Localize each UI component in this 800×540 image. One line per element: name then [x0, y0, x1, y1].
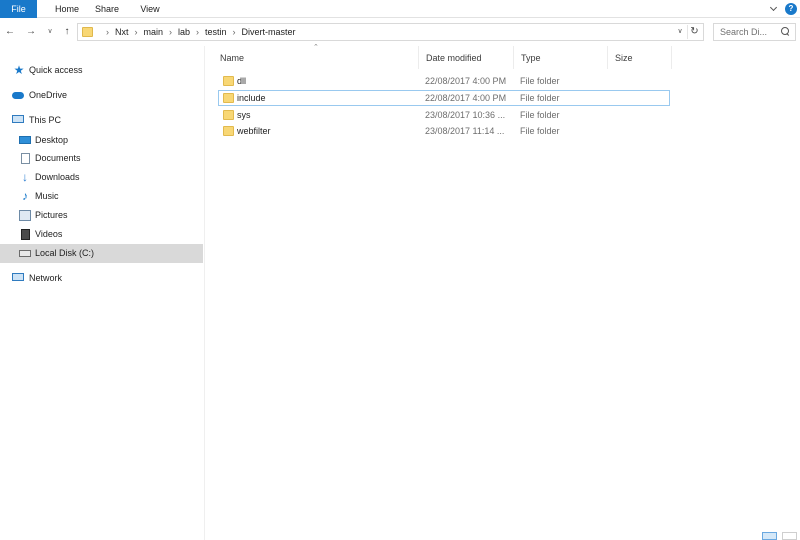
- view-toggle: [762, 532, 798, 540]
- address-dropdown-icon[interactable]: ∨: [675, 26, 685, 38]
- drive-icon: [19, 250, 31, 257]
- nav-item-local-disk[interactable]: Local Disk (C:): [0, 244, 203, 263]
- column-header-date[interactable]: Date modified: [419, 46, 514, 69]
- pictures-icon: [19, 210, 31, 221]
- breadcrumb-separator-icon[interactable]: ›: [169, 24, 172, 40]
- nav-item-downloads[interactable]: ↓ Downloads: [0, 168, 203, 187]
- file-name: sys: [237, 110, 251, 120]
- file-name: dll: [237, 76, 247, 86]
- address-bar[interactable]: › Nxt › main › lab › testin › Divert-mas…: [77, 23, 704, 41]
- tab-file[interactable]: File: [0, 0, 37, 18]
- star-icon: ★: [13, 63, 25, 77]
- nav-item-label: Pictures: [35, 210, 68, 220]
- recent-locations-chevron-icon[interactable]: ∨: [43, 24, 57, 40]
- downloads-icon: ↓: [22, 170, 28, 184]
- column-headers: Name Date modified Type Size: [213, 46, 673, 69]
- up-arrow-icon[interactable]: ↑: [60, 24, 74, 40]
- column-header-name[interactable]: Name: [213, 46, 419, 69]
- nav-item-label: Quick access: [29, 65, 83, 75]
- file-date: 22/08/2017 4:00 PM: [425, 93, 507, 103]
- nav-item-label: Downloads: [35, 172, 80, 182]
- folder-icon: [82, 27, 93, 37]
- details-view-icon[interactable]: [762, 532, 777, 540]
- file-type: File folder: [520, 93, 560, 103]
- help-icon[interactable]: ?: [785, 3, 797, 15]
- cloud-icon: [12, 92, 24, 99]
- column-header-size[interactable]: Size: [608, 46, 672, 69]
- nav-item-network[interactable]: Network: [0, 269, 203, 288]
- documents-icon: [21, 153, 30, 164]
- folder-icon: [223, 126, 234, 136]
- refresh-icon[interactable]: ↻: [687, 25, 701, 39]
- breadcrumb: › Nxt › main › lab › testin › Divert-mas…: [100, 24, 296, 40]
- folder-icon: [223, 76, 234, 86]
- videos-icon: [21, 229, 30, 240]
- breadcrumb-separator-icon[interactable]: ›: [196, 24, 199, 40]
- folder-icon: [223, 93, 234, 103]
- nav-item-label: Music: [35, 191, 59, 201]
- nav-item-label: Network: [29, 273, 63, 283]
- nav-item-videos[interactable]: Videos: [0, 225, 203, 244]
- breadcrumb-separator-icon[interactable]: ›: [106, 24, 109, 40]
- breadcrumb-separator-icon[interactable]: ›: [135, 24, 138, 40]
- network-icon: [12, 273, 24, 281]
- nav-item-quick-access[interactable]: ★ Quick access: [0, 61, 203, 80]
- tab-home[interactable]: Home: [47, 0, 87, 18]
- file-row[interactable]: webfilter 23/08/2017 11:14 ... File fold…: [218, 123, 670, 139]
- nav-item-label: Videos: [35, 229, 63, 239]
- nav-item-pictures[interactable]: Pictures: [0, 206, 203, 225]
- tab-view[interactable]: View: [134, 0, 166, 18]
- folder-icon: [223, 110, 234, 120]
- file-date: 23/08/2017 11:14 ...: [425, 126, 505, 136]
- file-type: File folder: [520, 110, 560, 120]
- breadcrumb-item[interactable]: Divert-master: [242, 24, 296, 40]
- breadcrumb-item[interactable]: main: [144, 24, 164, 40]
- search-box[interactable]: Search Di...: [713, 23, 796, 41]
- nav-item-label: OneDrive: [29, 90, 68, 100]
- forward-arrow-icon[interactable]: →: [24, 24, 38, 40]
- breadcrumb-item[interactable]: testin: [205, 24, 227, 40]
- music-icon: ♪: [22, 189, 28, 203]
- computer-icon: [12, 115, 24, 123]
- search-placeholder[interactable]: Search Di...: [720, 24, 775, 40]
- file-type: File folder: [520, 76, 560, 86]
- back-arrow-icon[interactable]: ←: [3, 24, 17, 40]
- nav-item-label: This PC: [29, 115, 62, 125]
- breadcrumb-item[interactable]: lab: [178, 24, 190, 40]
- nav-item-documents[interactable]: Documents: [0, 149, 203, 168]
- nav-item-label: Local Disk (C:): [35, 248, 95, 258]
- file-type: File folder: [520, 126, 560, 136]
- tab-share[interactable]: Share: [90, 0, 124, 18]
- file-date: 23/08/2017 10:36 ...: [425, 110, 506, 120]
- file-date: 22/08/2017 4:00 PM: [425, 76, 507, 86]
- breadcrumb-separator-icon[interactable]: ›: [233, 24, 236, 40]
- nav-item-onedrive[interactable]: OneDrive: [0, 86, 203, 105]
- file-name: webfilter: [237, 126, 271, 136]
- file-row[interactable]: sys 23/08/2017 10:36 ... File folder: [218, 107, 670, 123]
- ribbon-tabs: File Home Share View ?: [0, 0, 800, 18]
- nav-item-desktop[interactable]: Desktop: [0, 131, 203, 150]
- nav-item-this-pc[interactable]: This PC: [0, 111, 203, 130]
- address-toolbar: ← → ∨ ↑ › Nxt › main › lab › testin › Di…: [0, 19, 800, 45]
- large-icons-view-icon[interactable]: [782, 532, 797, 540]
- expand-ribbon-icon[interactable]: [769, 4, 779, 14]
- nav-item-label: Desktop: [35, 135, 69, 145]
- nav-item-music[interactable]: ♪ Music: [0, 187, 203, 206]
- navigation-pane: ★ Quick access OneDrive This PC Desktop …: [0, 46, 205, 540]
- nav-item-label: Documents: [35, 153, 81, 163]
- search-icon: [781, 27, 790, 36]
- ribbon-tools: ?: [769, 2, 797, 16]
- file-row[interactable]: include 22/08/2017 4:00 PM File folder: [218, 90, 670, 106]
- breadcrumb-item[interactable]: Nxt: [115, 24, 129, 40]
- file-row[interactable]: dll 22/08/2017 4:00 PM File folder: [218, 73, 670, 89]
- file-name: include: [237, 93, 266, 103]
- column-header-type[interactable]: Type: [514, 46, 608, 69]
- desktop-icon: [19, 136, 31, 144]
